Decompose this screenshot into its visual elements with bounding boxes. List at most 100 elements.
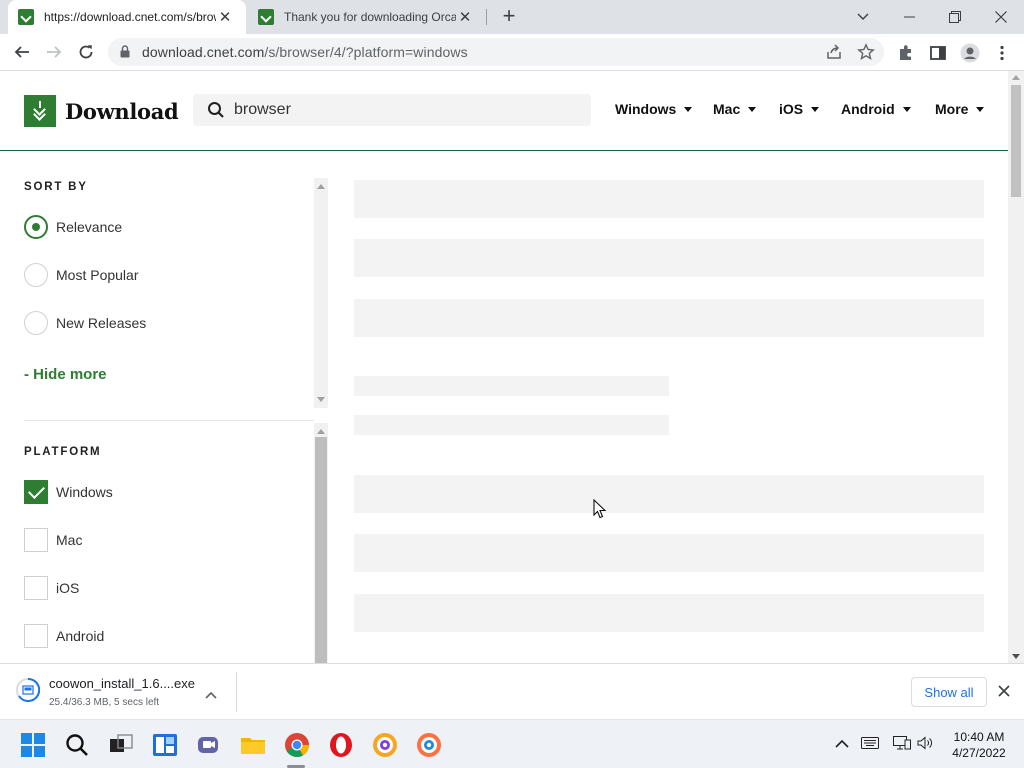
checkbox-checked[interactable] xyxy=(24,480,48,504)
download-shelf: coowon_install_1.6....exe 25.4/36.3 MB, … xyxy=(0,663,1024,719)
loading-placeholder xyxy=(354,534,984,572)
close-shelf-icon[interactable] xyxy=(998,684,1010,702)
url-text: download.cnet.com/s/browser/4/?platform=… xyxy=(142,44,468,60)
minimize-button[interactable] xyxy=(886,0,932,34)
coowon-browser-icon[interactable] xyxy=(416,732,442,758)
sort-most-popular[interactable]: Most Popular xyxy=(24,263,138,287)
site-header: Download Windows Mac iOS Android More xyxy=(0,71,1008,151)
mouse-cursor-icon xyxy=(593,498,607,524)
close-tab-icon[interactable]: ✕ xyxy=(456,8,474,26)
shelf-divider xyxy=(236,672,237,712)
caret-down-icon xyxy=(811,106,820,112)
installer-file-icon[interactable] xyxy=(16,677,41,702)
chrome-menu-icon[interactable] xyxy=(992,43,1012,63)
tab-strip: https://download.cnet.com/s/browser/4/?p… xyxy=(0,0,1024,34)
radio-unselected[interactable] xyxy=(24,263,48,287)
teams-chat-icon[interactable] xyxy=(196,732,222,758)
tab-inactive[interactable]: Thank you for downloading Orca Browser ✕ xyxy=(250,0,486,34)
search-box[interactable] xyxy=(193,94,591,126)
task-view-icon[interactable] xyxy=(108,732,134,758)
search-icon[interactable] xyxy=(64,732,90,758)
platform-windows[interactable]: Windows xyxy=(24,480,113,504)
opera-icon[interactable] xyxy=(328,732,354,758)
radio-unselected[interactable] xyxy=(24,311,48,335)
lock-icon[interactable] xyxy=(120,45,130,63)
platform-mac[interactable]: Mac xyxy=(24,528,82,552)
file-explorer-icon[interactable] xyxy=(240,732,266,758)
nav-ios[interactable]: iOS xyxy=(779,101,820,117)
loading-placeholder xyxy=(354,475,984,513)
radio-selected[interactable] xyxy=(24,215,48,239)
loading-placeholder xyxy=(354,239,984,277)
tab-active[interactable]: https://download.cnet.com/s/browser/4/?p… xyxy=(8,0,246,34)
download-logo[interactable]: Download xyxy=(24,95,179,127)
loading-placeholder xyxy=(354,415,669,435)
nav-mac[interactable]: Mac xyxy=(713,101,757,117)
loading-placeholder xyxy=(354,376,669,396)
nav-windows[interactable]: Windows xyxy=(615,101,693,117)
side-panel-icon[interactable] xyxy=(928,43,948,63)
tab-search-icon[interactable] xyxy=(840,0,886,34)
checkbox-unchecked[interactable] xyxy=(24,528,48,552)
loading-placeholder xyxy=(354,594,984,632)
checkbox-unchecked[interactable] xyxy=(24,624,48,648)
platform-ios[interactable]: iOS xyxy=(24,576,79,600)
forward-button[interactable] xyxy=(40,38,68,66)
search-icon[interactable] xyxy=(207,101,225,124)
scroll-up-icon[interactable] xyxy=(1012,75,1020,80)
scroll-down-icon[interactable] xyxy=(1012,654,1020,659)
extensions-puzzle-icon[interactable] xyxy=(896,43,916,63)
loading-placeholder xyxy=(354,299,984,337)
tab-title: https://download.cnet.com/s/browser/4/?p… xyxy=(44,10,216,24)
profile-avatar-icon[interactable] xyxy=(960,43,980,63)
web-page: Download Windows Mac iOS Android More SO… xyxy=(0,71,1008,663)
download-favicon-icon xyxy=(18,9,34,25)
sort-relevance[interactable]: Relevance xyxy=(24,215,122,239)
logo-wordmark: Download xyxy=(65,98,179,124)
search-input[interactable] xyxy=(234,98,574,122)
volume-icon[interactable] xyxy=(917,736,935,755)
address-bar[interactable]: download.cnet.com/s/browser/4/?platform=… xyxy=(108,38,884,66)
sort-scrollbar[interactable] xyxy=(314,178,328,408)
share-icon[interactable] xyxy=(825,43,843,61)
scroll-thumb[interactable] xyxy=(1011,85,1021,197)
platform-android[interactable]: Android xyxy=(24,624,104,648)
scroll-up-icon[interactable] xyxy=(317,429,325,434)
chrome-icon[interactable] xyxy=(284,732,310,758)
nav-android[interactable]: Android xyxy=(841,101,911,117)
chevron-up-icon[interactable] xyxy=(205,686,217,704)
section-divider xyxy=(24,420,314,421)
scroll-thumb[interactable] xyxy=(315,437,327,663)
reload-button[interactable] xyxy=(72,38,100,66)
platform-scrollbar[interactable] xyxy=(314,423,328,663)
tab-title: Thank you for downloading Orca Browser xyxy=(284,10,456,24)
bookmark-star-icon[interactable] xyxy=(857,43,875,61)
hide-more-link[interactable]: - Hide more xyxy=(24,366,107,383)
nav-more[interactable]: More xyxy=(935,101,985,117)
scroll-down-icon[interactable] xyxy=(317,397,325,402)
checkbox-unchecked[interactable] xyxy=(24,576,48,600)
browser-toolbar: download.cnet.com/s/browser/4/?platform=… xyxy=(0,34,1024,71)
filter-sidebar: SORT BY Relevance Most Popular New Relea… xyxy=(0,151,330,663)
chevron-up-icon[interactable] xyxy=(835,736,849,754)
scroll-up-icon[interactable] xyxy=(317,184,325,189)
widgets-icon[interactable] xyxy=(152,732,178,758)
sort-by-heading: SORT BY xyxy=(24,181,88,193)
download-status: 25.4/36.3 MB, 5 secs left xyxy=(49,697,160,708)
restore-button[interactable] xyxy=(932,0,978,34)
new-tab-button[interactable]: + xyxy=(498,4,520,30)
system-clock[interactable]: 10:40 AM 4/27/2022 xyxy=(944,729,1014,761)
show-all-button[interactable]: Show all xyxy=(911,677,987,707)
caret-down-icon xyxy=(976,106,985,112)
page-scrollbar[interactable] xyxy=(1008,71,1024,663)
close-tab-icon[interactable]: ✕ xyxy=(216,8,234,26)
network-icon[interactable] xyxy=(893,736,911,755)
back-button[interactable] xyxy=(8,38,36,66)
keyboard-icon[interactable] xyxy=(861,736,879,754)
sort-new-releases[interactable]: New Releases xyxy=(24,311,146,335)
windows-start-icon[interactable] xyxy=(20,732,46,758)
platform-heading: PLATFORM xyxy=(24,446,102,458)
download-filename[interactable]: coowon_install_1.6....exe xyxy=(49,676,195,691)
close-window-button[interactable] xyxy=(978,0,1024,34)
orca-browser-icon[interactable] xyxy=(372,732,398,758)
